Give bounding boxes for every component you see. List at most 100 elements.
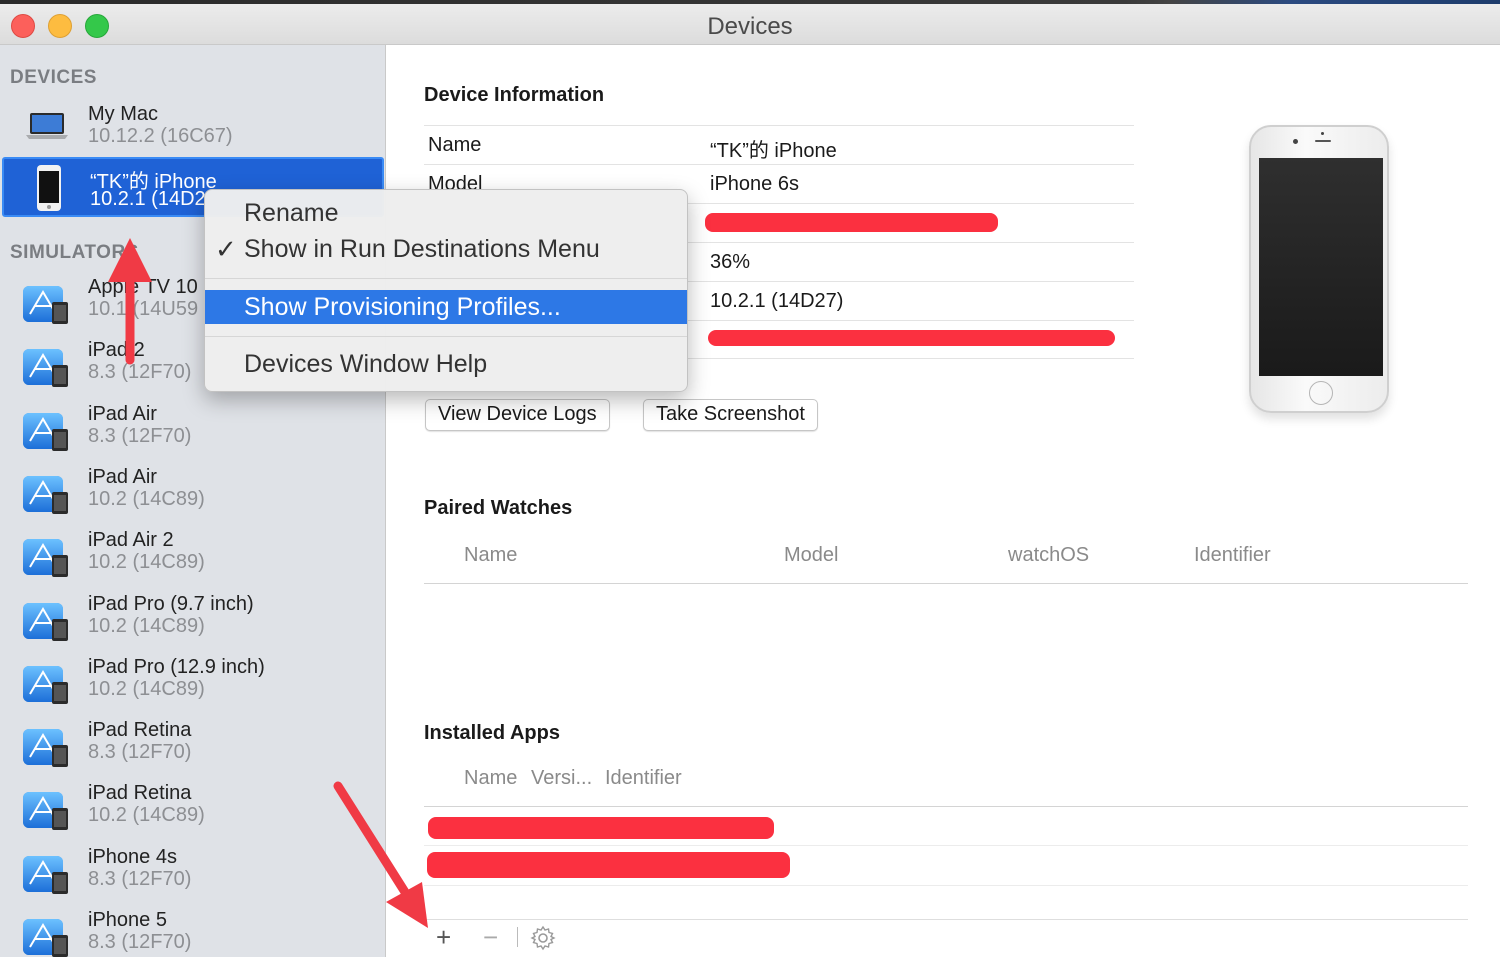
apps-col-identifier[interactable]: Identifier: [605, 767, 682, 790]
sidebar-item-simulator[interactable]: iPad Retina 8.3 (12F70): [0, 719, 385, 779]
sidebar-item-version: 10.12.2 (16C67): [88, 125, 233, 147]
take-screenshot-button[interactable]: Take Screenshot: [643, 399, 818, 431]
simulator-app-icon: [23, 603, 68, 641]
device-sidebar: DEVICES My Mac 10.12.2 (16C67) “TK”的 iPh…: [0, 45, 386, 957]
simulator-app-icon: [23, 792, 68, 830]
view-device-logs-button[interactable]: View Device Logs: [425, 399, 610, 431]
simulator-app-icon: [23, 919, 68, 957]
iphone-device-icon: [37, 165, 61, 211]
sidebar-item-label: iPad Pro (9.7 inch): [88, 593, 254, 615]
gear-icon[interactable]: [530, 925, 556, 951]
sidebar-item-simulator[interactable]: iPhone 5 8.3 (12F70): [0, 909, 385, 957]
simulator-app-icon: [23, 476, 68, 514]
sidebar-item-label: iPad Retina: [88, 782, 192, 804]
sidebar-item-label: Apple TV 10: [88, 276, 198, 298]
simulator-app-icon: [23, 286, 68, 324]
watches-col-identifier[interactable]: Identifier: [1194, 544, 1271, 567]
mac-laptop-icon: [26, 113, 68, 139]
sidebar-item-version: 8.3 (12F70): [88, 741, 192, 763]
simulator-app-icon: [23, 413, 68, 451]
menu-item-label: Show in Run Destinations Menu: [244, 235, 600, 263]
paired-watches-heading: Paired Watches: [424, 497, 573, 519]
info-label: Name: [428, 134, 482, 156]
sidebar-item-simulator[interactable]: iPhone 4s 8.3 (12F70): [0, 846, 385, 906]
sidebar-item-version: 10.2 (14C89): [88, 804, 205, 826]
sidebar-item-label: iPad Pro (12.9 inch): [88, 656, 265, 678]
apps-header-divider: [424, 806, 1468, 807]
devices-heading: DEVICES: [10, 67, 97, 88]
watches-header-divider: [424, 583, 1468, 584]
front-camera-icon: [1293, 139, 1298, 144]
sidebar-item-label: iPad Air: [88, 403, 157, 425]
sidebar-item-simulator[interactable]: iPad Air 10.2 (14C89): [0, 466, 385, 526]
action-bar-divider: [517, 927, 518, 947]
speaker-icon: [1315, 140, 1331, 142]
menu-item-label: Rename: [244, 199, 339, 227]
watches-col-name[interactable]: Name: [464, 544, 517, 567]
home-button-icon: [1309, 381, 1333, 405]
menu-item-devices-window-help[interactable]: Devices Window Help: [205, 347, 687, 381]
sidebar-item-version: 10.2 (14C89): [88, 615, 205, 637]
menu-item-rename[interactable]: Rename: [205, 196, 687, 230]
simulator-app-icon: [23, 856, 68, 894]
sidebar-item-version: 8.3 (12F70): [88, 425, 192, 447]
sidebar-item-simulator[interactable]: iPad Pro (12.9 inch) 10.2 (14C89): [0, 656, 385, 716]
title-bar: Devices: [0, 4, 1500, 45]
info-value: iPhone 6s: [710, 173, 799, 195]
sidebar-item-simulator[interactable]: iPad Retina 10.2 (14C89): [0, 782, 385, 842]
watches-col-model[interactable]: Model: [784, 544, 838, 567]
sidebar-item-version: 10.1 (14U59: [88, 298, 199, 320]
sidebar-item-simulator[interactable]: iPad Air 2 10.2 (14C89): [0, 529, 385, 589]
sidebar-item-version: 8.3 (12F70): [88, 931, 192, 953]
app-row-divider: [424, 885, 1468, 886]
sidebar-item-version: 8.3 (12F70): [88, 361, 192, 383]
info-value: 36%: [710, 251, 751, 273]
info-row-name: Name “TK”的 iPhone: [424, 125, 1134, 164]
sidebar-item-label: iPad Retina: [88, 719, 192, 741]
remove-app-icon[interactable]: −: [483, 924, 498, 950]
sidebar-item-label: iPad 2: [88, 339, 145, 361]
watches-col-watchos[interactable]: watchOS: [1008, 544, 1089, 567]
sidebar-item-label: iPhone 5: [88, 909, 167, 931]
info-value: 10.2.1 (14D27): [710, 290, 844, 312]
simulator-app-icon: [23, 729, 68, 767]
phone-screen: [1259, 158, 1383, 376]
sidebar-item-simulator[interactable]: iPad Pro (9.7 inch) 10.2 (14C89): [0, 593, 385, 653]
app-row-redacted[interactable]: [428, 817, 774, 839]
apps-action-bar: + −: [424, 919, 1468, 957]
sidebar-item-label: My Mac: [88, 103, 158, 125]
redaction-mark: [705, 213, 998, 232]
sidebar-item-version: 10.2 (14C89): [88, 488, 205, 510]
app-row-redacted[interactable]: [427, 852, 790, 878]
simulator-app-icon: [23, 666, 68, 704]
menu-item-label: Devices Window Help: [244, 350, 488, 378]
sidebar-item-version: 10.2 (14C89): [88, 678, 205, 700]
simulator-app-icon: [23, 539, 68, 577]
iphone-image: [1249, 125, 1389, 413]
app-row-divider: [424, 845, 1468, 846]
window-title: Devices: [707, 13, 793, 40]
menu-item-show-in-run-destinations[interactable]: ✓ Show in Run Destinations Menu: [205, 232, 687, 266]
simulator-app-icon: [23, 349, 68, 387]
context-menu: Rename ✓ Show in Run Destinations Menu S…: [204, 189, 688, 392]
sidebar-item-version: 10.2 (14C89): [88, 551, 205, 573]
proximity-sensor-icon: [1321, 132, 1324, 135]
checkmark-icon: ✓: [215, 234, 237, 264]
apps-col-version[interactable]: Versi...: [531, 767, 592, 790]
info-value: “TK”的 iPhone: [710, 140, 837, 162]
menu-item-show-provisioning-profiles[interactable]: Show Provisioning Profiles...: [205, 290, 687, 324]
sidebar-item-label: iPad Air 2: [88, 529, 174, 551]
apps-col-name[interactable]: Name: [464, 767, 517, 790]
installed-apps-heading: Installed Apps: [424, 722, 560, 744]
menu-item-label: Show Provisioning Profiles...: [244, 293, 561, 321]
menu-separator: [205, 336, 687, 337]
sidebar-item-version: 10.2.1 (14D2: [90, 188, 206, 210]
sidebar-item-label: iPhone 4s: [88, 846, 177, 868]
device-information-heading: Device Information: [424, 84, 605, 106]
redaction-mark: [708, 330, 1115, 346]
add-app-icon[interactable]: +: [436, 924, 451, 950]
menu-separator: [205, 278, 687, 279]
sidebar-item-my-mac[interactable]: My Mac 10.12.2 (16C67): [0, 99, 385, 159]
devices-window: Devices DEVICES My Mac 10.12.2 (16C67) “…: [0, 0, 1500, 957]
sidebar-item-simulator[interactable]: iPad Air 8.3 (12F70): [0, 403, 385, 463]
